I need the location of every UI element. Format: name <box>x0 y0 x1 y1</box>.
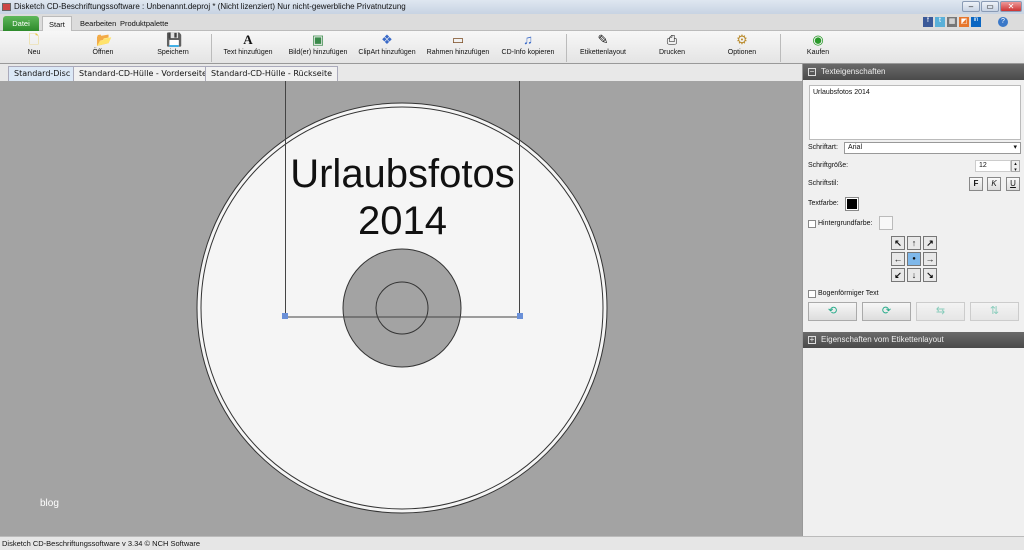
window-title: Disketch CD-Beschriftungssoftware : Unbe… <box>14 2 406 11</box>
flip-horizontal-button[interactable]: ⇆ <box>916 302 965 321</box>
background-color-label: Hintergrundfarbe: <box>818 220 873 227</box>
resize-handle <box>517 313 523 319</box>
cd-disc <box>196 81 608 514</box>
new-button[interactable]: 🗋 Neu <box>14 33 54 63</box>
tab-produktpalette[interactable]: Produktpalette <box>114 16 174 31</box>
text-color-swatch[interactable] <box>845 197 859 211</box>
align-left-button[interactable]: ← <box>891 252 905 266</box>
curved-text-label: Bogenförmiger Text <box>818 290 879 297</box>
buy-icon: ◉ <box>812 32 824 47</box>
copy-cd-info-button[interactable]: ♫ CD-Info kopieren <box>498 33 558 63</box>
buy-button[interactable]: ◉ Kaufen <box>798 33 838 63</box>
tab-cd-cover-back[interactable]: Standard-CD-Hülle - Rückseite <box>205 66 339 81</box>
align-bottom-button[interactable]: ↓ <box>907 268 921 282</box>
help-icon[interactable]: ? <box>998 17 1008 27</box>
disc-hub <box>342 248 462 368</box>
design-canvas[interactable]: Urlaubsfotos 2014 blog <box>0 81 802 536</box>
collapse-icon: − <box>808 67 816 76</box>
watermark: blog <box>40 498 59 509</box>
ribbon-tabs: Datei Start Bearbeiten Produktpalette f … <box>0 14 1024 31</box>
tab-start[interactable]: Start <box>42 16 72 31</box>
options-button[interactable]: ⚙ Optionen <box>722 33 762 63</box>
rss-icon[interactable]: ◩ <box>959 17 969 27</box>
italic-button[interactable]: K <box>987 177 1001 191</box>
properties-panel: − Texteigenschaften Urlaubsfotos 2014 Sch… <box>802 64 1024 536</box>
font-label: Schriftart: <box>808 144 838 151</box>
font-size-stepper[interactable]: ▴ ▾ <box>1011 160 1020 173</box>
add-clipart-button[interactable]: ❖ ClipArt hinzufügen <box>356 33 418 63</box>
align-top-button[interactable]: ↑ <box>907 236 921 250</box>
cd-info-icon: ♫ <box>523 32 533 47</box>
image-icon: ▣ <box>311 32 325 47</box>
add-image-button[interactable]: ▣ Bild(er) hinzufügen <box>286 33 350 63</box>
text-properties-header[interactable]: − Texteigenschaften <box>803 64 1024 80</box>
resize-handle <box>282 313 288 319</box>
underline-button[interactable]: U <box>1006 177 1020 191</box>
flip-horizontal-icon: ⇆ <box>935 305 946 317</box>
add-text-button[interactable]: A Text hinzufügen <box>220 33 276 63</box>
font-size-label: Schriftgröße: <box>808 162 849 169</box>
flip-vertical-icon: ⇅ <box>989 305 1000 317</box>
align-right-button[interactable]: → <box>923 252 937 266</box>
open-icon: 📂 <box>96 32 113 47</box>
text-input[interactable]: Urlaubsfotos 2014 <box>809 85 1021 140</box>
background-color-swatch[interactable] <box>879 216 893 230</box>
tab-standard-disc[interactable]: Standard-Disc <box>8 66 77 81</box>
align-top-left-button[interactable]: ↖ <box>891 236 905 250</box>
maximize-button[interactable]: ▭ <box>981 1 999 12</box>
frame-icon: ▭ <box>451 32 465 47</box>
share-icon[interactable]: ▦ <box>947 17 957 27</box>
rotate-right-icon: ⟳ <box>881 305 892 317</box>
alignment-grid: ↖ ↑ ↗ ← ● → ↙ ↓ ↘ <box>891 236 941 284</box>
rotate-right-button[interactable]: ⟳ <box>862 302 911 321</box>
linkedin-icon[interactable]: in <box>971 17 981 27</box>
save-button[interactable]: 💾 Speichern <box>150 33 196 63</box>
chevron-down-icon: ▾ <box>1013 144 1017 151</box>
align-top-right-button[interactable]: ↗ <box>923 236 937 250</box>
facebook-icon[interactable]: f <box>923 17 933 27</box>
align-bottom-right-button[interactable]: ↘ <box>923 268 937 282</box>
separator <box>211 34 212 62</box>
separator <box>780 34 781 62</box>
new-icon: 🗋 <box>28 32 40 47</box>
twitter-icon[interactable]: t <box>935 17 945 27</box>
title-bar: Disketch CD-Beschriftungssoftware : Unbe… <box>0 0 1024 14</box>
disc-text-line1: Urlaubsfotos <box>290 152 515 196</box>
status-bar: Disketch CD-Beschriftungssoftware v 3.34… <box>0 536 1024 550</box>
minimize-button[interactable]: – <box>962 1 980 12</box>
font-style-label: Schriftstil: <box>808 180 839 187</box>
flip-vertical-button[interactable]: ⇅ <box>970 302 1019 321</box>
disc-text-line2: 2014 <box>358 199 447 243</box>
save-icon: 💾 <box>166 32 183 47</box>
label-layout-properties-header[interactable]: + Eigenschaften vom Etikettenlayout <box>803 332 1024 348</box>
curved-text-checkbox[interactable] <box>808 290 816 298</box>
options-icon: ⚙ <box>736 32 748 47</box>
add-frame-button[interactable]: ▭ Rahmen hinzufügen <box>424 33 492 63</box>
font-select[interactable]: Arial ▾ <box>844 142 1021 154</box>
close-button[interactable]: ✕ <box>1000 1 1022 12</box>
expand-icon: + <box>808 335 816 344</box>
rotate-left-icon: ⟲ <box>827 305 838 317</box>
disc-text[interactable]: Urlaubsfotos 2014 <box>285 151 520 245</box>
toolbar: 🗋 Neu 📂 Öffnen 💾 Speichern A Text hinzufügen… <box>0 31 1024 64</box>
label-layout-icon: ✎ <box>597 32 609 47</box>
app-icon <box>2 3 11 11</box>
print-icon: ⎙ <box>666 32 678 47</box>
font-size-input[interactable]: 12 <box>975 160 1011 172</box>
tab-cd-cover-front[interactable]: Standard-CD-Hülle - Vorderseite <box>73 66 213 81</box>
tab-datei[interactable]: Datei <box>3 16 39 31</box>
label-layout-button[interactable]: ✎ Etikettenlayout <box>576 33 630 63</box>
separator <box>566 34 567 62</box>
open-button[interactable]: 📂 Öffnen <box>80 33 126 63</box>
background-color-checkbox[interactable] <box>808 220 816 228</box>
bold-button[interactable]: F <box>969 177 983 191</box>
text-icon: A <box>243 32 253 47</box>
align-center-button[interactable]: ● <box>907 252 921 266</box>
rotate-left-button[interactable]: ⟲ <box>808 302 857 321</box>
document-tabs: Standard-Disc Standard-CD-Hülle - Vorder… <box>0 64 802 81</box>
align-bottom-left-button[interactable]: ↙ <box>891 268 905 282</box>
print-button[interactable]: ⎙ Drucken <box>652 33 692 63</box>
text-color-label: Textfarbe: <box>808 200 839 207</box>
clipart-icon: ❖ <box>381 32 393 47</box>
